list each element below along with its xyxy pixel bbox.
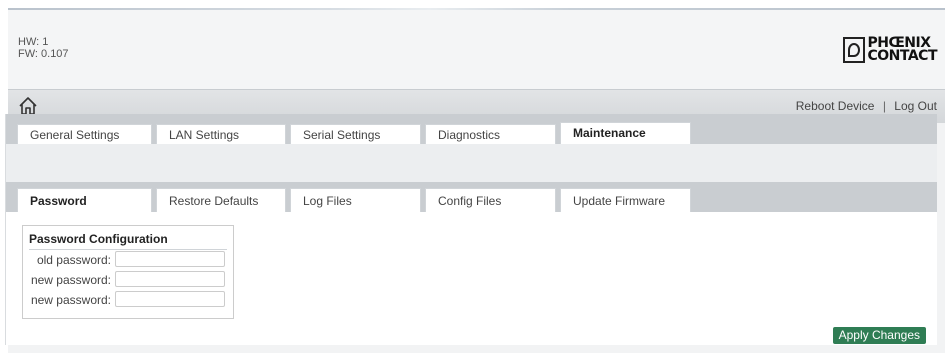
version-info: HW: 1 FW: 0.107 (18, 36, 69, 60)
firmware-version: FW: 0.107 (18, 48, 69, 60)
subtab-log-files[interactable]: Log Files (290, 188, 421, 212)
confirm-password-input[interactable] (115, 291, 225, 307)
old-password-label: old password: (36, 253, 111, 267)
panel-title: Password Configuration (29, 232, 227, 250)
old-password-row: old password: (23, 251, 233, 269)
tab-maintenance[interactable]: Maintenance (560, 122, 691, 146)
new-password-label: new password: (30, 273, 111, 287)
confirm-password-row: new password: (23, 291, 233, 309)
new-password-input[interactable] (115, 271, 225, 287)
logo-text-bottom: CONTACT (867, 48, 937, 64)
phoenix-contact-logo: PHŒNIX CONTACT (843, 36, 937, 64)
password-configuration-panel: Password Configuration old password: new… (22, 225, 234, 319)
tab-general-settings[interactable]: General Settings (17, 124, 152, 144)
logo-mark-icon (843, 37, 866, 63)
tab-lan-settings[interactable]: LAN Settings (156, 124, 286, 144)
old-password-input[interactable] (115, 251, 225, 267)
apply-changes-button[interactable]: Apply Changes (832, 327, 926, 344)
subtab-config-files[interactable]: Config Files (425, 188, 556, 212)
main-tab-bar: General Settings LAN Settings Serial Set… (5, 114, 937, 146)
nav-separator: | (882, 99, 886, 113)
sub-tab-bar: Password Restore Defaults Log Files Conf… (5, 182, 937, 212)
subtab-update-firmware[interactable]: Update Firmware (560, 188, 691, 212)
new-password-row: new password: (23, 271, 233, 289)
subtab-password[interactable]: Password (17, 188, 152, 212)
reboot-device-link[interactable]: Reboot Device (796, 99, 875, 113)
log-out-link[interactable]: Log Out (894, 99, 937, 113)
confirm-password-label: new password: (30, 293, 111, 307)
header: HW: 1 FW: 0.107 PHŒNIX CONTACT (8, 10, 945, 89)
tab-content-strip (5, 144, 937, 183)
tab-serial-settings[interactable]: Serial Settings (290, 124, 421, 144)
hardware-version: HW: 1 (18, 36, 49, 48)
content-area: General Settings LAN Settings Serial Set… (5, 114, 937, 345)
nav-links: Reboot Device | Log Out (796, 99, 937, 113)
top-accent-bar (8, 8, 945, 10)
content-left-border (5, 114, 6, 345)
subtab-restore-defaults[interactable]: Restore Defaults (156, 188, 286, 212)
tab-diagnostics[interactable]: Diagnostics (425, 124, 556, 144)
